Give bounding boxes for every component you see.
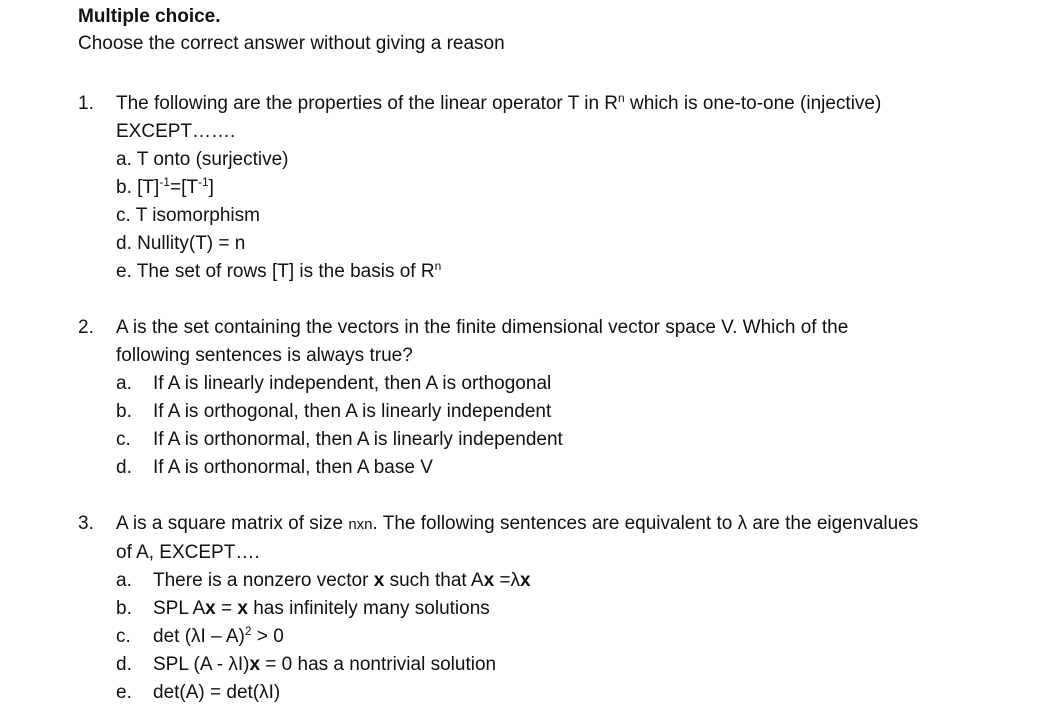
question-text: A is the set containing the vectors in t… — [116, 317, 849, 338]
question-text-continuation: following sentences is always true? — [116, 345, 413, 366]
question-number: 3. — [78, 513, 94, 534]
section-title: Multiple choice. — [78, 6, 221, 27]
question-2: 2. A is the set containing the vectors i… — [78, 314, 1038, 482]
option-e[interactable]: e. The set of rows [T] is the basis of R… — [78, 258, 1038, 286]
option-b[interactable]: b. [T]-1=[T-1] — [78, 174, 1038, 202]
question-text: A is a square matrix of size nxn. The fo… — [116, 513, 919, 534]
option-d[interactable]: d. If A is orthonormal, then A base V — [78, 454, 1038, 482]
option-d[interactable]: d. Nullity(T) = n — [78, 230, 1038, 258]
question-text-continuation: of A, EXCEPT…. — [116, 542, 260, 563]
question-number: 2. — [78, 317, 94, 338]
option-a[interactable]: a. If A is linearly independent, then A i… — [78, 370, 1038, 398]
option-b[interactable]: b. SPL Ax = x has infinitely many solutio… — [78, 595, 1038, 623]
option-c[interactable]: c. T isomorphism — [78, 202, 1038, 230]
question-text: The following are the properties of the … — [116, 91, 882, 114]
question-3: 3. A is a square matrix of size nxn. The… — [78, 510, 1038, 707]
document: Multiple choice. Choose the correct answ… — [78, 4, 1038, 703]
question-number: 1. — [78, 93, 94, 114]
question-text-continuation: EXCEPT……. — [116, 121, 236, 142]
option-a[interactable]: a. There is a nonzero vector x such that … — [78, 567, 1038, 595]
option-e[interactable]: e. det(A) = det(λI) — [78, 679, 1038, 707]
instruction-text: Choose the correct answer without giving… — [78, 33, 505, 54]
option-d[interactable]: d. SPL (A - λI)x = 0 has a nontrivial sol… — [78, 651, 1038, 679]
option-a[interactable]: a. T onto (surjective) — [78, 146, 1038, 174]
option-b[interactable]: b. If A is orthogonal, then A is linearly… — [78, 398, 1038, 426]
option-c[interactable]: c. det (λI – A)2 > 0 — [78, 623, 1038, 651]
question-1: 1. The following are the properties of t… — [78, 90, 1038, 286]
option-c[interactable]: c. If A is orthonormal, then A is linearl… — [78, 426, 1038, 454]
